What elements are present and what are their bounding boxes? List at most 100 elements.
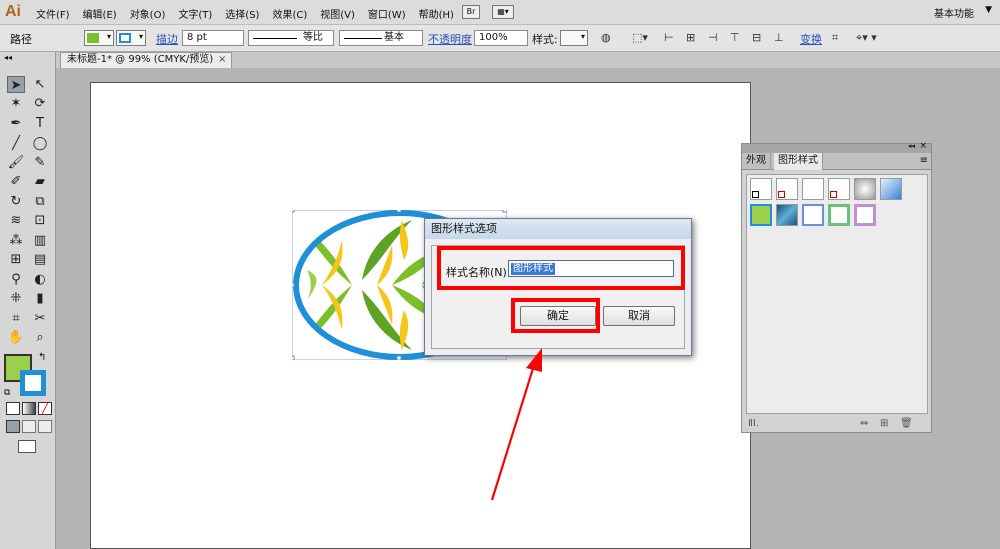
align-middle-icon[interactable]: ⊟ xyxy=(752,31,761,44)
fill-swatch[interactable]: ▾ xyxy=(84,30,114,46)
selection-handle[interactable] xyxy=(396,355,402,360)
symbol-sprayer-alt-icon[interactable]: ⁜ xyxy=(7,290,25,307)
bridge-icon[interactable]: Br xyxy=(462,5,480,19)
style-swatch-leaf[interactable] xyxy=(750,204,772,226)
menu-edit[interactable]: 编辑(E) xyxy=(83,6,117,21)
menu-select[interactable]: 选择(S) xyxy=(225,6,259,21)
eyedropper-icon[interactable]: ⚲ xyxy=(7,271,25,288)
selection-handle[interactable] xyxy=(292,282,295,288)
opacity-field[interactable]: 100% xyxy=(474,30,528,46)
style-swatch-default[interactable] xyxy=(750,178,772,200)
align-left-icon[interactable]: ⊢ xyxy=(664,31,674,44)
pencil-icon[interactable]: ✎ xyxy=(31,154,49,171)
lasso-icon[interactable]: ⟳ xyxy=(31,95,49,112)
selection-handle[interactable] xyxy=(396,210,402,213)
stroke-swatch[interactable]: ▾ xyxy=(116,30,146,46)
workspace-switcher[interactable]: 基本功能 xyxy=(934,5,974,20)
tab-graphic-styles[interactable]: 图形样式 xyxy=(774,153,823,170)
column-graph-icon[interactable]: ▮ xyxy=(31,290,49,307)
stroke-color-box[interactable] xyxy=(20,370,46,396)
gradient-mode-icon[interactable] xyxy=(22,402,36,415)
type-icon[interactable]: T xyxy=(31,115,49,132)
collapse-tools-icon[interactable]: ◂◂ xyxy=(4,53,12,62)
document-tab[interactable]: 未标题-1* @ 99% (CMYK/预览) xyxy=(60,52,232,68)
free-transform-icon[interactable]: ⊡ xyxy=(31,212,49,229)
paintbrush-icon[interactable]: 🖌 xyxy=(7,154,25,171)
draw-behind-icon[interactable] xyxy=(22,420,36,433)
none-mode-icon[interactable]: ╱ xyxy=(38,402,52,415)
menu-window[interactable]: 窗口(W) xyxy=(368,6,406,21)
menu-file[interactable]: 文件(F) xyxy=(36,6,70,21)
gradient-icon[interactable]: ▤ xyxy=(31,251,49,268)
menu-effect[interactable]: 效果(C) xyxy=(272,6,307,21)
select-arrow-icon[interactable]: ➤ xyxy=(7,76,25,93)
style-swatch-teal-pattern[interactable] xyxy=(776,204,798,226)
delete-style-icon[interactable]: 🗑 xyxy=(900,418,913,429)
align-top-icon[interactable]: ⊤ xyxy=(730,31,740,44)
style-swatch-no-fill[interactable] xyxy=(776,178,798,200)
warp-icon[interactable]: ≋ xyxy=(7,212,25,229)
recolor-artwork-icon[interactable]: ◍ xyxy=(601,31,611,44)
cancel-button[interactable]: 取消 xyxy=(603,306,675,326)
selection-handle[interactable] xyxy=(292,355,295,360)
panel-menu-icon[interactable]: ≡ xyxy=(920,155,928,166)
scissors-icon[interactable]: ✂ xyxy=(31,310,49,327)
color-mode-icon[interactable] xyxy=(6,402,20,415)
pen-icon[interactable]: ✒ xyxy=(7,115,25,132)
screen-mode-icon[interactable] xyxy=(18,440,36,453)
style-swatch-blue-gradient[interactable] xyxy=(880,178,902,200)
opacity-link[interactable]: 不透明度 xyxy=(428,31,472,47)
blend-icon[interactable]: ◐ xyxy=(31,271,49,288)
collapse-panel-icon[interactable]: ◂◂ xyxy=(908,142,915,150)
scale-icon[interactable]: ⧉ xyxy=(31,193,49,210)
menu-object[interactable]: 对象(O) xyxy=(130,6,166,21)
blob-brush-icon[interactable]: ✐ xyxy=(7,173,25,190)
variable-width-profile[interactable]: 等比 xyxy=(248,30,334,46)
tab-appearance[interactable]: 外观 xyxy=(742,153,771,170)
eraser-icon[interactable]: ▰ xyxy=(31,173,49,190)
hand-icon[interactable]: ✋ xyxy=(7,329,25,346)
menu-type[interactable]: 文字(T) xyxy=(178,6,212,21)
align-center-icon[interactable]: ⊞ xyxy=(686,31,695,44)
rotate-icon[interactable]: ↻ xyxy=(7,193,25,210)
chevron-down-icon[interactable]: ▼ xyxy=(985,5,992,15)
direct-select-icon[interactable]: ↖ xyxy=(31,76,49,93)
stroke-weight-field[interactable]: 8 pt xyxy=(182,30,244,46)
default-colors-icon[interactable]: ⧉ xyxy=(4,388,10,398)
menu-help[interactable]: 帮助(H) xyxy=(419,6,454,21)
graphic-style-picker[interactable]: ▾ xyxy=(560,30,588,46)
arrange-documents-icon[interactable]: ▦▾ xyxy=(492,5,514,19)
break-link-icon[interactable]: ⇔ xyxy=(860,418,868,429)
line-icon[interactable]: ╱ xyxy=(7,135,25,152)
style-swatch-blue-border[interactable] xyxy=(802,204,824,226)
brush-definition[interactable]: 基本 xyxy=(339,30,423,46)
mesh-icon[interactable]: ⊞ xyxy=(7,251,25,268)
swap-colors-icon[interactable]: ↰ xyxy=(38,352,46,363)
slice-icon[interactable]: ⌗ xyxy=(7,310,25,327)
align-to-icon[interactable]: ⬚▾ xyxy=(632,31,648,44)
selection-handle[interactable] xyxy=(502,210,507,213)
style-swatch-no-stroke[interactable] xyxy=(828,178,850,200)
style-swatch-green-border[interactable] xyxy=(828,204,850,226)
isolate-icon[interactable]: ⌗ xyxy=(832,31,838,45)
transform-link[interactable]: 变换 xyxy=(800,31,822,47)
style-swatch-white[interactable] xyxy=(802,178,824,200)
selection-handle[interactable] xyxy=(292,210,295,213)
close-icon[interactable]: × xyxy=(218,54,226,65)
draw-inside-icon[interactable] xyxy=(38,420,52,433)
magic-wand-icon[interactable]: ✶ xyxy=(7,95,25,112)
style-swatch-shadow[interactable] xyxy=(854,178,876,200)
menu-view[interactable]: 视图(V) xyxy=(320,6,355,21)
panel-options-icon[interactable]: ⌖▾ ▾ xyxy=(856,31,877,45)
new-style-icon[interactable]: ⊞ xyxy=(880,418,888,429)
style-swatch-purple-border[interactable] xyxy=(854,204,876,226)
ellipse-icon[interactable]: ◯ xyxy=(31,135,49,152)
align-bottom-icon[interactable]: ⊥ xyxy=(774,31,784,44)
stroke-link[interactable]: 描边 xyxy=(156,31,178,47)
symbol-sprayer-icon[interactable]: ⁂ xyxy=(7,232,25,249)
close-icon[interactable]: × xyxy=(919,141,927,151)
align-right-icon[interactable]: ⊣ xyxy=(708,31,718,44)
zoom-icon[interactable]: ⌕ xyxy=(31,329,49,346)
draw-normal-icon[interactable] xyxy=(6,420,20,433)
graph-icon[interactable]: ▥ xyxy=(31,232,49,249)
